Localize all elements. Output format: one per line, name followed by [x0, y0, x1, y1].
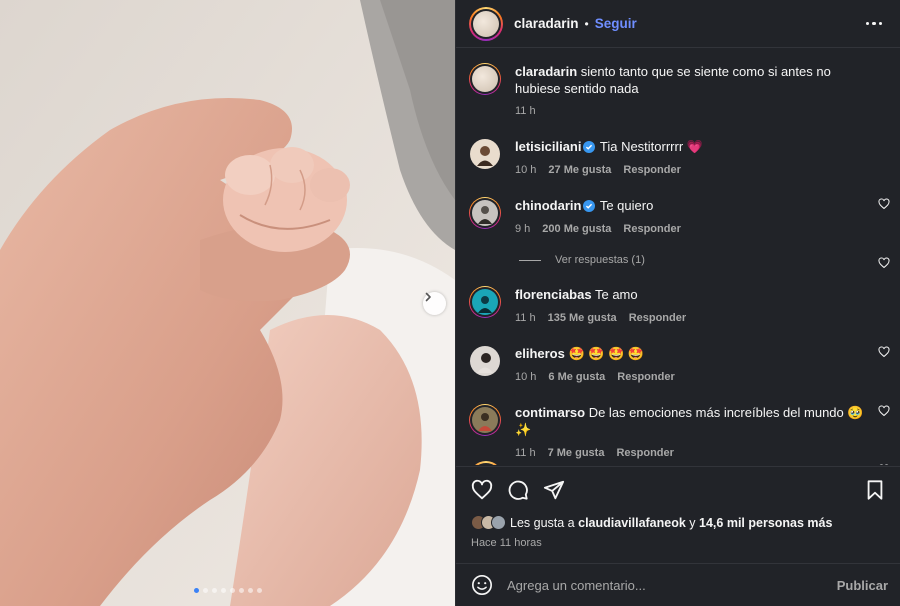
comment-username[interactable]: florenciabas — [515, 287, 592, 302]
chevron-right-icon — [425, 292, 431, 302]
carousel-dot — [256, 588, 262, 593]
comment-likes[interactable]: 6 Me gusta — [548, 371, 605, 383]
separator: • — [584, 16, 589, 31]
more-options-button[interactable] — [862, 18, 887, 30]
verified-badge-icon — [583, 141, 596, 153]
verified-badge-icon — [583, 200, 596, 212]
liker-avatar — [491, 515, 506, 530]
post-panel: claradarin • Seguir claradarin siento ta… — [455, 0, 900, 606]
view-replies-button[interactable]: Ver respuestas (1) — [519, 254, 645, 266]
post-header: claradarin • Seguir — [456, 0, 900, 48]
commenter-avatar[interactable] — [469, 138, 501, 170]
reply-button[interactable]: Responder — [623, 223, 680, 235]
caption-time[interactable]: 11 h — [515, 105, 536, 117]
comment-likes[interactable]: 200 Me gusta — [542, 223, 611, 235]
carousel-indicator — [0, 588, 455, 593]
carousel-dot — [238, 588, 244, 593]
likes-connector: y — [689, 515, 696, 530]
comment-username[interactable]: chinodarin — [515, 198, 581, 213]
comment-emoji: 🤩 🤩 🤩 🤩 — [568, 346, 645, 361]
comment-row: eliheros 🤩 🤩 🤩 🤩 10 h 6 Me gusta Respond… — [469, 345, 900, 417]
caption-username[interactable]: claradarin — [515, 64, 577, 79]
reply-button[interactable]: Responder — [629, 312, 686, 324]
comment-text: Tia Nestitorrrrr — [599, 139, 684, 154]
comment-text: Te quiero — [599, 198, 654, 213]
comment-row: florenciabas Te amo 11 h 135 Me gusta Re… — [469, 286, 900, 358]
comment-time[interactable]: 11 h — [515, 312, 536, 324]
carousel-dot — [193, 588, 199, 593]
carousel-dot — [211, 588, 217, 593]
comment-icon — [508, 480, 528, 500]
heart-icon — [471, 479, 493, 499]
send-icon — [543, 480, 565, 499]
comment-likes[interactable]: 135 Me gusta — [548, 312, 617, 324]
like-comment-heart-icon[interactable] — [878, 257, 890, 269]
comments-list[interactable]: claradarin siento tanto que se siente co… — [456, 49, 900, 465]
commenter-avatar[interactable] — [469, 345, 501, 377]
comment-username[interactable]: letisiciliani — [515, 139, 581, 154]
likes-user[interactable]: claudiavillafaneok — [578, 516, 686, 530]
save-button[interactable] — [864, 479, 886, 501]
comment-time[interactable]: 11 h — [515, 447, 536, 459]
like-button[interactable] — [471, 479, 493, 501]
caption-row: claradarin siento tanto que se siente co… — [469, 63, 900, 117]
comment-row: letisiciliani Tia Nestitorrrrr 💗 10 h 27… — [469, 138, 900, 210]
comment-username[interactable]: contimarso — [515, 405, 585, 420]
caption-avatar[interactable] — [469, 63, 501, 95]
comment-likes[interactable]: 7 Me gusta — [548, 447, 605, 459]
comment-composer: Publicar — [456, 563, 900, 606]
likes-count[interactable]: 14,6 mil personas más — [699, 516, 832, 530]
reply-button[interactable]: Responder — [617, 371, 674, 383]
follow-button[interactable]: Seguir — [595, 16, 637, 31]
comment-text: De las emociones más increíbles del mund… — [588, 405, 844, 420]
comment-button[interactable] — [507, 479, 529, 501]
emoji-icon — [472, 575, 492, 595]
next-slide-button[interactable] — [423, 292, 446, 315]
comment-emoji: 💗 — [686, 139, 703, 154]
comment-time[interactable]: 10 h — [515, 164, 536, 176]
post-photo — [0, 0, 455, 606]
more-icon — [865, 21, 869, 26]
comment-row: contimarso De las emociones más increíbl… — [469, 404, 900, 465]
comment-text: Te amo — [594, 287, 638, 302]
likes-prefix: Les gusta a — [510, 515, 575, 530]
author-username[interactable]: claradarin — [514, 16, 579, 31]
like-comment-heart-icon[interactable] — [878, 464, 890, 465]
author-avatar[interactable] — [469, 6, 503, 41]
carousel-dot — [220, 588, 226, 593]
carousel-dot — [229, 588, 235, 593]
baby-hand-photo — [0, 0, 455, 606]
reply-button[interactable]: Responder — [616, 447, 673, 459]
commenter-avatar[interactable] — [469, 286, 501, 318]
comment-username[interactable]: eliheros — [515, 346, 565, 361]
carousel-dot — [202, 588, 208, 593]
likes-summary[interactable]: Les gusta a claudiavillafaneok y 14,6 mi… — [471, 515, 832, 530]
view-replies-label: Ver respuestas (1) — [555, 254, 645, 266]
commenter-avatar[interactable] — [469, 404, 501, 436]
comment-row: chinodarin Te quiero 9 h 200 Me gusta Re… — [469, 197, 900, 269]
comment-time[interactable]: 9 h — [515, 223, 530, 235]
share-button[interactable] — [543, 479, 565, 501]
emoji-picker-button[interactable] — [471, 574, 493, 596]
commenter-avatar[interactable] — [469, 197, 501, 229]
comment-time[interactable]: 10 h — [515, 371, 536, 383]
reply-button[interactable]: Responder — [623, 164, 680, 176]
comment-input[interactable] — [507, 577, 837, 593]
commenter-avatar[interactable] — [469, 461, 503, 465]
publish-button[interactable]: Publicar — [837, 578, 888, 593]
replies-divider — [519, 259, 541, 261]
bookmark-icon — [867, 479, 883, 500]
carousel-dot — [247, 588, 253, 593]
post-timestamp[interactable]: Hace 11 horas — [471, 537, 542, 549]
post-actions — [456, 466, 900, 512]
comment-likes[interactable]: 27 Me gusta — [548, 164, 611, 176]
